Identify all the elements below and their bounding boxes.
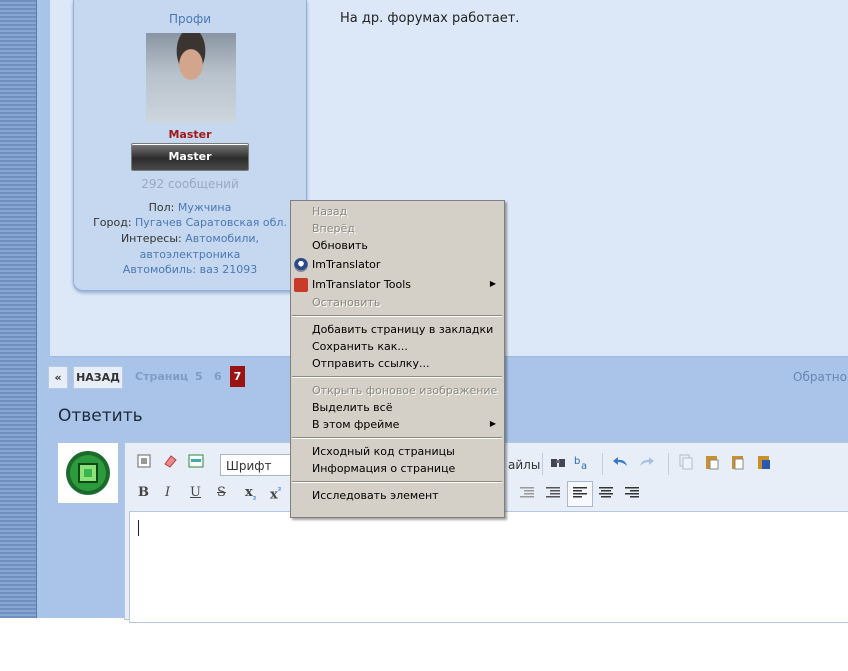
current-page: 7: [230, 366, 245, 387]
back-to-top-link[interactable]: Обратно в: [793, 370, 848, 384]
indent-icon[interactable]: [544, 485, 562, 503]
gender-row: Пол: Мужчина: [74, 201, 306, 214]
align-right-icon[interactable]: [623, 485, 641, 503]
pages-label: Страниц: [135, 370, 189, 383]
subscript-marker-icon: ₂: [252, 491, 257, 502]
interests-value-2: автоэлектроника: [139, 248, 241, 261]
text-caret: [138, 520, 139, 536]
user-avatar[interactable]: [146, 33, 236, 123]
context-menu: Назад Вперёд Обновить ImTranslator ImTra…: [290, 200, 505, 518]
car-value: ваз 21093: [199, 263, 258, 276]
underline-button[interactable]: U: [190, 485, 201, 500]
svg-text:b: b: [574, 456, 580, 467]
menu-item-open-bg-image[interactable]: Открыть фоновое изображение: [312, 383, 497, 399]
car-label: Автомобиль:: [122, 263, 197, 276]
source-icon[interactable]: [135, 453, 153, 471]
menu-item-select-all[interactable]: Выделить всё: [312, 400, 392, 416]
paste-icon[interactable]: [703, 454, 721, 472]
menu-item-imtranslator-tools[interactable]: ImTranslator Tools: [312, 277, 411, 293]
interests-row-2: автоэлектроника: [74, 248, 306, 261]
replace-icon[interactable]: ba: [573, 454, 591, 472]
superscript-marker-icon: ²: [277, 485, 282, 495]
rank-title: Профи: [168, 12, 212, 26]
align-center-icon[interactable]: [597, 485, 615, 503]
imtranslator-tools-icon: [294, 278, 308, 292]
files-label[interactable]: айлы: [508, 458, 540, 472]
page-link-6[interactable]: 6: [214, 366, 222, 387]
menu-item-stop[interactable]: Остановить: [312, 295, 380, 311]
message-count[interactable]: 292 сообщений: [74, 177, 306, 191]
message-textarea[interactable]: [129, 511, 848, 623]
menu-item-forward[interactable]: Вперёд: [312, 221, 355, 237]
menu-item-save-as[interactable]: Сохранить как...: [312, 339, 408, 355]
editor-user-avatar: [58, 443, 118, 503]
subscript-label: x: [245, 485, 253, 500]
superscript-button[interactable]: x²: [270, 485, 281, 502]
menu-item-back[interactable]: Назад: [312, 204, 347, 220]
city-value: Пугачев Саратовская обл.: [135, 216, 287, 229]
city-label: Город:: [93, 216, 132, 229]
interests-label: Интересы:: [120, 232, 182, 245]
eraser-icon[interactable]: [161, 453, 179, 471]
car-row: Автомобиль: ваз 21093: [74, 263, 306, 276]
gender-value: Мужчина: [177, 201, 232, 214]
menu-item-inspect[interactable]: Исследовать элемент: [312, 488, 439, 504]
menu-item-imtranslator[interactable]: ImTranslator: [312, 257, 380, 273]
back-button[interactable]: НАЗАД: [73, 366, 123, 389]
gender-label: Пол:: [148, 201, 175, 214]
interests-value: Автомобили,: [185, 232, 260, 245]
rank-badge: Master: [131, 143, 249, 171]
page-link-5[interactable]: 5: [195, 366, 203, 387]
paste-text-icon[interactable]: [729, 454, 747, 472]
paste-word-icon[interactable]: [755, 454, 773, 472]
align-left-button[interactable]: [567, 481, 593, 507]
reply-heading: Ответить: [58, 406, 143, 426]
city-row: Город: Пугачев Саратовская обл.: [74, 216, 306, 229]
menu-item-reload[interactable]: Обновить: [312, 238, 368, 254]
left-decor-strip: [0, 0, 37, 618]
prev-page-button[interactable]: «: [48, 366, 68, 389]
submenu-arrow-icon: ▶: [489, 279, 496, 288]
menu-item-this-frame[interactable]: В этом фрейме: [312, 417, 399, 433]
user-profile-card: Профи Master Master 292 сообщений Пол: М…: [73, 0, 307, 291]
toolbar-separator-2: [602, 453, 603, 475]
menu-separator: [292, 437, 502, 439]
menu-item-send-link[interactable]: Отправить ссылку...: [312, 356, 429, 372]
menu-item-bookmark[interactable]: Добавить страницу в закладки: [312, 322, 493, 338]
submenu-arrow-icon: ▶: [489, 419, 496, 428]
post-text: На др. форумах работает.: [340, 11, 520, 26]
block-format-icon[interactable]: [187, 453, 205, 471]
italic-button[interactable]: I: [165, 485, 170, 500]
user-name[interactable]: Master: [74, 128, 306, 141]
subscript-button[interactable]: x₂: [245, 485, 256, 502]
svg-text:a: a: [581, 461, 587, 470]
copy-icon[interactable]: [677, 454, 695, 472]
toolbar-separator-3: [668, 453, 669, 475]
menu-separator: [292, 481, 502, 483]
align-left-icon: [573, 487, 587, 498]
superscript-label: x: [270, 487, 278, 503]
toolbar-separator: [542, 453, 543, 475]
imtranslator-icon: [294, 258, 308, 272]
strikethrough-button[interactable]: S: [217, 485, 226, 500]
menu-separator: [292, 315, 502, 317]
binoculars-icon[interactable]: [549, 454, 567, 472]
menu-item-view-source[interactable]: Исходный код страницы: [312, 444, 455, 460]
menu-item-page-info[interactable]: Информация о странице: [312, 461, 455, 477]
outdent-icon[interactable]: [518, 485, 536, 503]
bold-button[interactable]: B: [138, 485, 149, 500]
interests-row: Интересы: Автомобили,: [74, 232, 306, 245]
chip-icon: [66, 451, 110, 495]
menu-separator: [292, 376, 502, 378]
undo-icon[interactable]: [612, 454, 630, 472]
redo-icon[interactable]: [637, 454, 655, 472]
